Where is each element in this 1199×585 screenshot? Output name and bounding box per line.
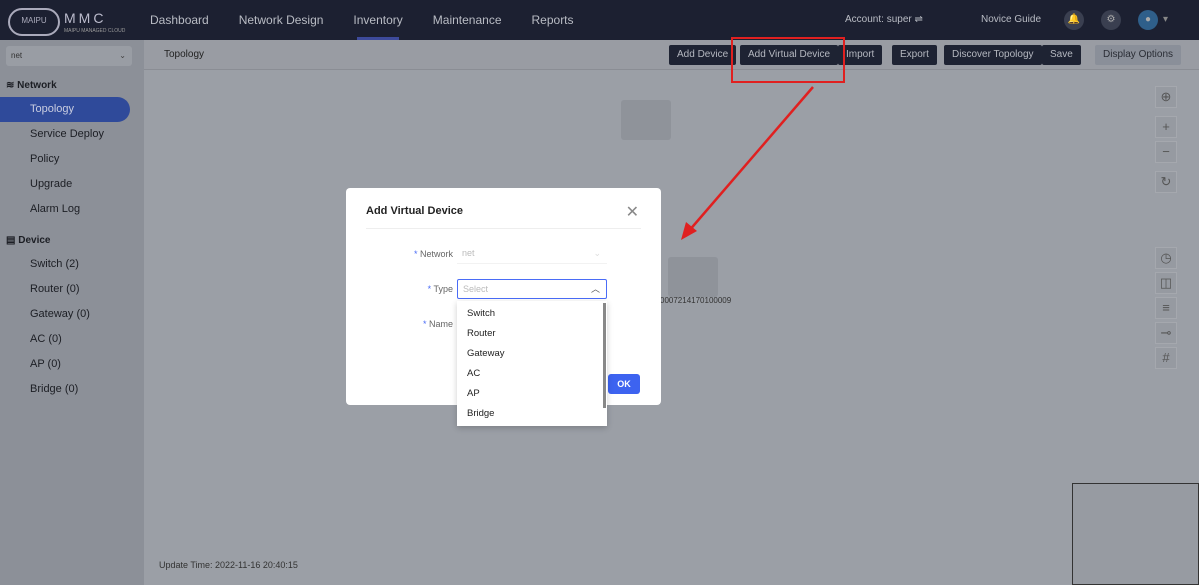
name-label: * Name (422, 319, 453, 329)
option-ap[interactable]: AP (457, 384, 607, 404)
option-ac[interactable]: AC (457, 364, 607, 384)
network-label-text: Network (419, 249, 453, 259)
option-router[interactable]: Router (457, 324, 607, 344)
type-label: * Type (427, 284, 453, 294)
ok-button[interactable]: OK (608, 374, 640, 394)
type-select[interactable]: Select ︿ (457, 279, 607, 299)
network-field-value: net (462, 248, 475, 258)
chevron-down-icon: ⌄ (593, 248, 601, 258)
chevron-up-icon: ︿ (590, 284, 600, 294)
scrollbar[interactable] (603, 303, 606, 408)
dialog-title: Add Virtual Device (366, 205, 463, 217)
type-placeholder: Select (463, 284, 489, 294)
option-bridge[interactable]: Bridge (457, 404, 607, 424)
network-field: net ⌄ (457, 244, 607, 264)
type-dropdown: Switch Router Gateway AC AP Bridge (457, 301, 607, 426)
type-label-text: Type (433, 284, 453, 294)
option-switch[interactable]: Switch (457, 304, 607, 324)
network-label: * Network (413, 249, 453, 259)
close-icon[interactable]: ✕ (626, 202, 639, 222)
option-gateway[interactable]: Gateway (457, 344, 607, 364)
divider (366, 228, 641, 229)
name-label-text: Name (428, 319, 453, 329)
